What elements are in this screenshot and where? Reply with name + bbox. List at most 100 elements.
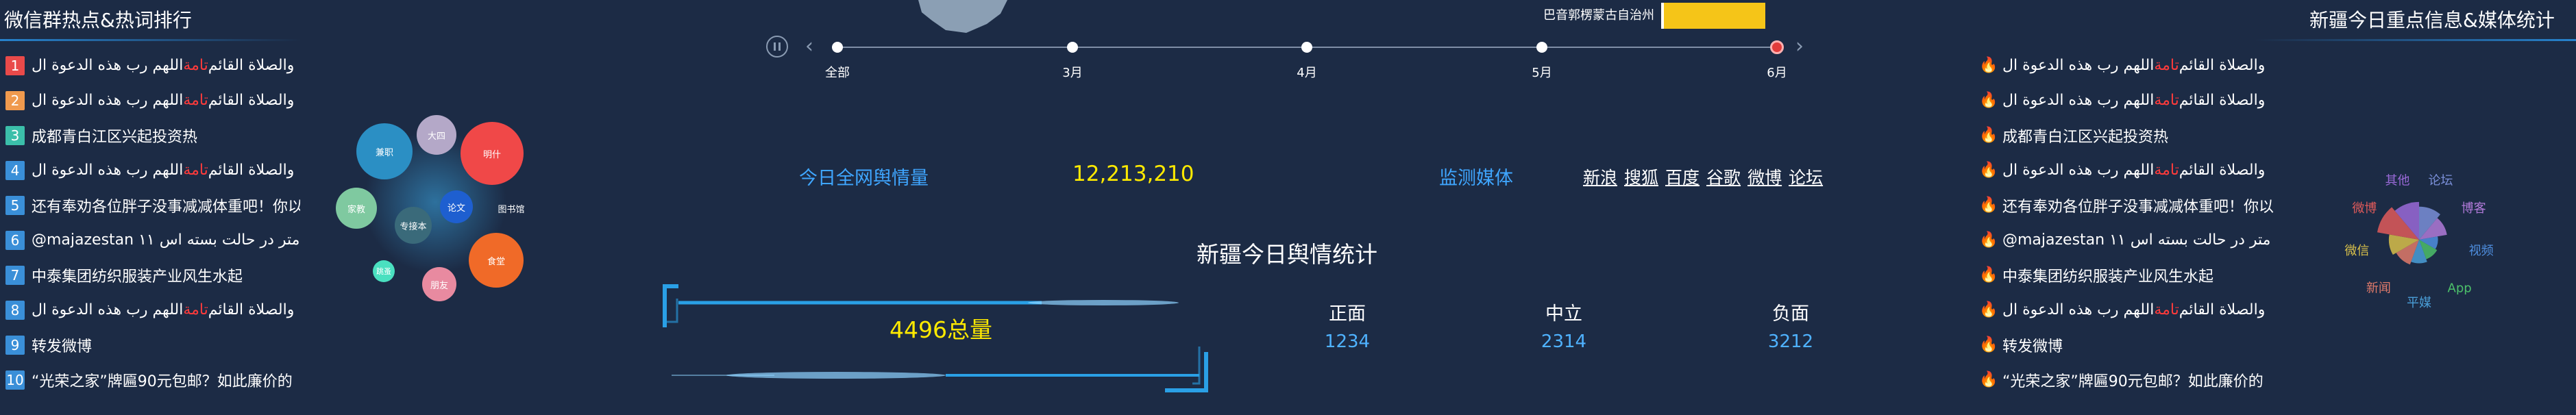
word-bubble[interactable]: 专接本 [395, 207, 432, 244]
map-region-label: 巴音郭楞蒙古自治州 [1543, 8, 1654, 23]
pause-icon[interactable] [766, 36, 788, 58]
rose-label: 论坛 [2428, 174, 2453, 188]
hot-list-item[interactable]: 6 @majazestan ۱۱ متر در حالت بسته اس [5, 223, 300, 257]
rank-badge: 5 [5, 195, 25, 215]
item-text: “光荣之家”牌匾90元包邮？如此廉价的 [32, 373, 293, 390]
rose-label: 新闻 [2366, 281, 2391, 295]
rank-badge: 9 [5, 335, 25, 355]
neutral-label: 中立 [1545, 303, 1582, 325]
key-info-item[interactable]: 🔥 اللهم رب هذه الدعوة ال تامة والصلاة القا… [1979, 83, 2281, 118]
item-text: 转发微博 [32, 338, 93, 355]
total-count: 4496总量 [890, 316, 992, 343]
today-value: 12,213,210 [1072, 162, 1194, 186]
key-info-item[interactable]: 🔥 اللهم رب هذه الدعوة ال تامة والصلاة القا… [1979, 153, 2281, 188]
rose-label: App [2448, 281, 2472, 295]
key-info-item[interactable]: 🔥 @majazestan ۱۱ متر در حالت بسته اس [1979, 223, 2281, 257]
word-bubble[interactable]: 家教 [336, 188, 377, 229]
timeline-point[interactable] [1067, 42, 1078, 53]
item-text: اللهم رب هذه الدعوة ال [2002, 162, 2155, 179]
key-info-item[interactable]: 🔥 اللهم رب هذه الدعوة ال تامة والصلاة القا… [1979, 292, 2281, 327]
rank-badge: 10 [5, 370, 25, 390]
stats-title: 新疆今日舆情统计 [1197, 241, 1377, 268]
timeline-point[interactable] [832, 42, 843, 53]
highlight-keyword: تامة [183, 162, 208, 179]
key-info-item[interactable]: 🔥 中泰集团纺织服装产业风生水起 [1979, 257, 2281, 292]
monitor-label: 监测媒体 [1439, 168, 1513, 189]
fire-icon: 🔥 [1979, 371, 1998, 388]
highlight-keyword: تامة [2154, 301, 2179, 318]
key-info-item[interactable]: 🔥 转发微博 [1979, 327, 2281, 362]
item-text: والصلاة القائم [2179, 162, 2266, 179]
item-text: والصلاة القائم [2179, 57, 2266, 74]
hot-list-item[interactable]: 9 转发微博 [5, 327, 300, 362]
item-text: 还有奉劝各位胖子没事减减体重吧！你以 [2002, 198, 2274, 216]
item-text: اللهم رب هذه الدعوة ال [32, 162, 184, 179]
rank-badge: 1 [5, 55, 25, 75]
rank-badge: 7 [5, 265, 25, 285]
timeline-next-icon[interactable]: › [1795, 36, 1804, 58]
item-text: اللهم رب هذه الدعوة ال [32, 92, 184, 109]
left-hot-list: 1 اللهم رب هذه الدعوة ال تامة والصلاة القا… [5, 48, 300, 397]
fire-icon: 🔥 [1979, 92, 1998, 109]
word-bubble[interactable]: 大四 [417, 115, 456, 155]
timeline-point[interactable] [1301, 42, 1312, 53]
media-link[interactable]: 微博 [1747, 168, 1782, 188]
item-text: والصلاة القائم [208, 57, 295, 74]
word-bubble[interactable]: 兼职 [356, 123, 413, 179]
timeline-point[interactable] [1536, 42, 1547, 53]
fire-icon: 🔥 [1979, 336, 1998, 353]
timeline-label: 全部 [825, 66, 850, 80]
rose-label: 博客 [2462, 201, 2486, 216]
timeline-label: 3月 [1062, 66, 1083, 80]
media-link[interactable]: 百度 [1665, 168, 1700, 188]
item-text: @majazestan ۱۱ متر در حالت بسته اس [2002, 231, 2271, 249]
map-region-shape [918, 0, 1007, 33]
key-info-item[interactable]: 🔥 成都青白江区兴起投资热 [1979, 118, 2281, 153]
item-text: والصلاة القائم [208, 162, 295, 179]
right-title-underline [2255, 39, 2576, 41]
monitor-media-links: 新浪 搜狐 百度 谷歌 微博 论坛 [1583, 164, 1830, 189]
timeline-point[interactable] [1770, 40, 1784, 54]
hot-list-item[interactable]: 1 اللهم رب هذه الدعوة ال تامة والصلاة القا… [5, 48, 300, 83]
highlight-keyword: تامة [2154, 162, 2179, 179]
highlight-keyword: تامة [2154, 92, 2179, 109]
highlight-keyword: تامة [2154, 57, 2179, 74]
hot-list-item[interactable]: 7 中泰集团纺织服装产业风生水起 [5, 257, 300, 292]
hot-list-item[interactable]: 3 成都青白江区兴起投资热 [5, 118, 300, 153]
word-bubble[interactable]: 明什 [461, 122, 524, 185]
item-text: 中泰集团纺织服装产业风生水起 [2002, 268, 2214, 286]
item-text: والصلاة القائم [208, 92, 295, 109]
item-text: اللهم رب هذه الدعوة ال [2002, 57, 2155, 74]
hot-list-item[interactable]: 8 اللهم رب هذه الدعوة ال تامة والصلاة القا… [5, 292, 300, 327]
key-info-item[interactable]: 🔥 还有奉劝各位胖子没事减减体重吧！你以 [1979, 188, 2281, 223]
word-bubble[interactable]: 跳蚤 [373, 260, 395, 282]
highlight-keyword: تامة [183, 301, 208, 318]
word-bubble[interactable]: 图书馆 [487, 193, 536, 223]
word-bubble[interactable]: 食堂 [469, 233, 524, 288]
negative-value: 3212 [1767, 331, 1814, 352]
key-info-item[interactable]: 🔥 “光荣之家”牌匾90元包邮？如此廉价的 [1979, 362, 2281, 397]
fire-icon: 🔥 [1979, 197, 1998, 214]
item-text: والصلاة القائم [208, 301, 295, 318]
rose-label: 视频 [2469, 244, 2494, 258]
key-info-item[interactable]: 🔥 اللهم رب هذه الدعوة ال تامة والصلاة القا… [1979, 48, 2281, 83]
media-link[interactable]: 谷歌 [1706, 168, 1741, 188]
item-text: والصلاة القائم [2179, 301, 2266, 318]
media-link[interactable]: 新浪 [1583, 168, 1617, 188]
hot-list-item[interactable]: 10 “光荣之家”牌匾90元包邮？如此廉价的 [5, 362, 300, 397]
hot-list-item[interactable]: 5 还有奉劝各位胖子没事减减体重吧！你以 [5, 188, 300, 223]
left-title-underline [0, 39, 302, 41]
timeline-label: 4月 [1297, 66, 1317, 80]
hot-list-item[interactable]: 4 اللهم رب هذه الدعوة ال تامة والصلاة القا… [5, 153, 300, 188]
word-bubble[interactable]: 朋友 [422, 267, 456, 301]
media-link[interactable]: 搜狐 [1624, 168, 1658, 188]
word-bubble[interactable]: 论文 [440, 190, 473, 223]
negative-label: 负面 [1772, 303, 1809, 325]
timeline-label: 6月 [1767, 66, 1787, 80]
hot-list-item[interactable]: 2 اللهم رب هذه الدعوة ال تامة والصلاة القا… [5, 83, 300, 118]
fire-icon: 🔥 [1979, 127, 1998, 144]
today-label: 今日全网舆情量 [799, 168, 929, 189]
media-link[interactable]: 论坛 [1789, 168, 1823, 188]
timeline-prev-icon[interactable]: ‹ [805, 36, 813, 58]
word-cloud: 兼职 大四 明什 论文 专接本 家教 图书馆 食堂 跳蚤 朋友 [336, 103, 535, 301]
